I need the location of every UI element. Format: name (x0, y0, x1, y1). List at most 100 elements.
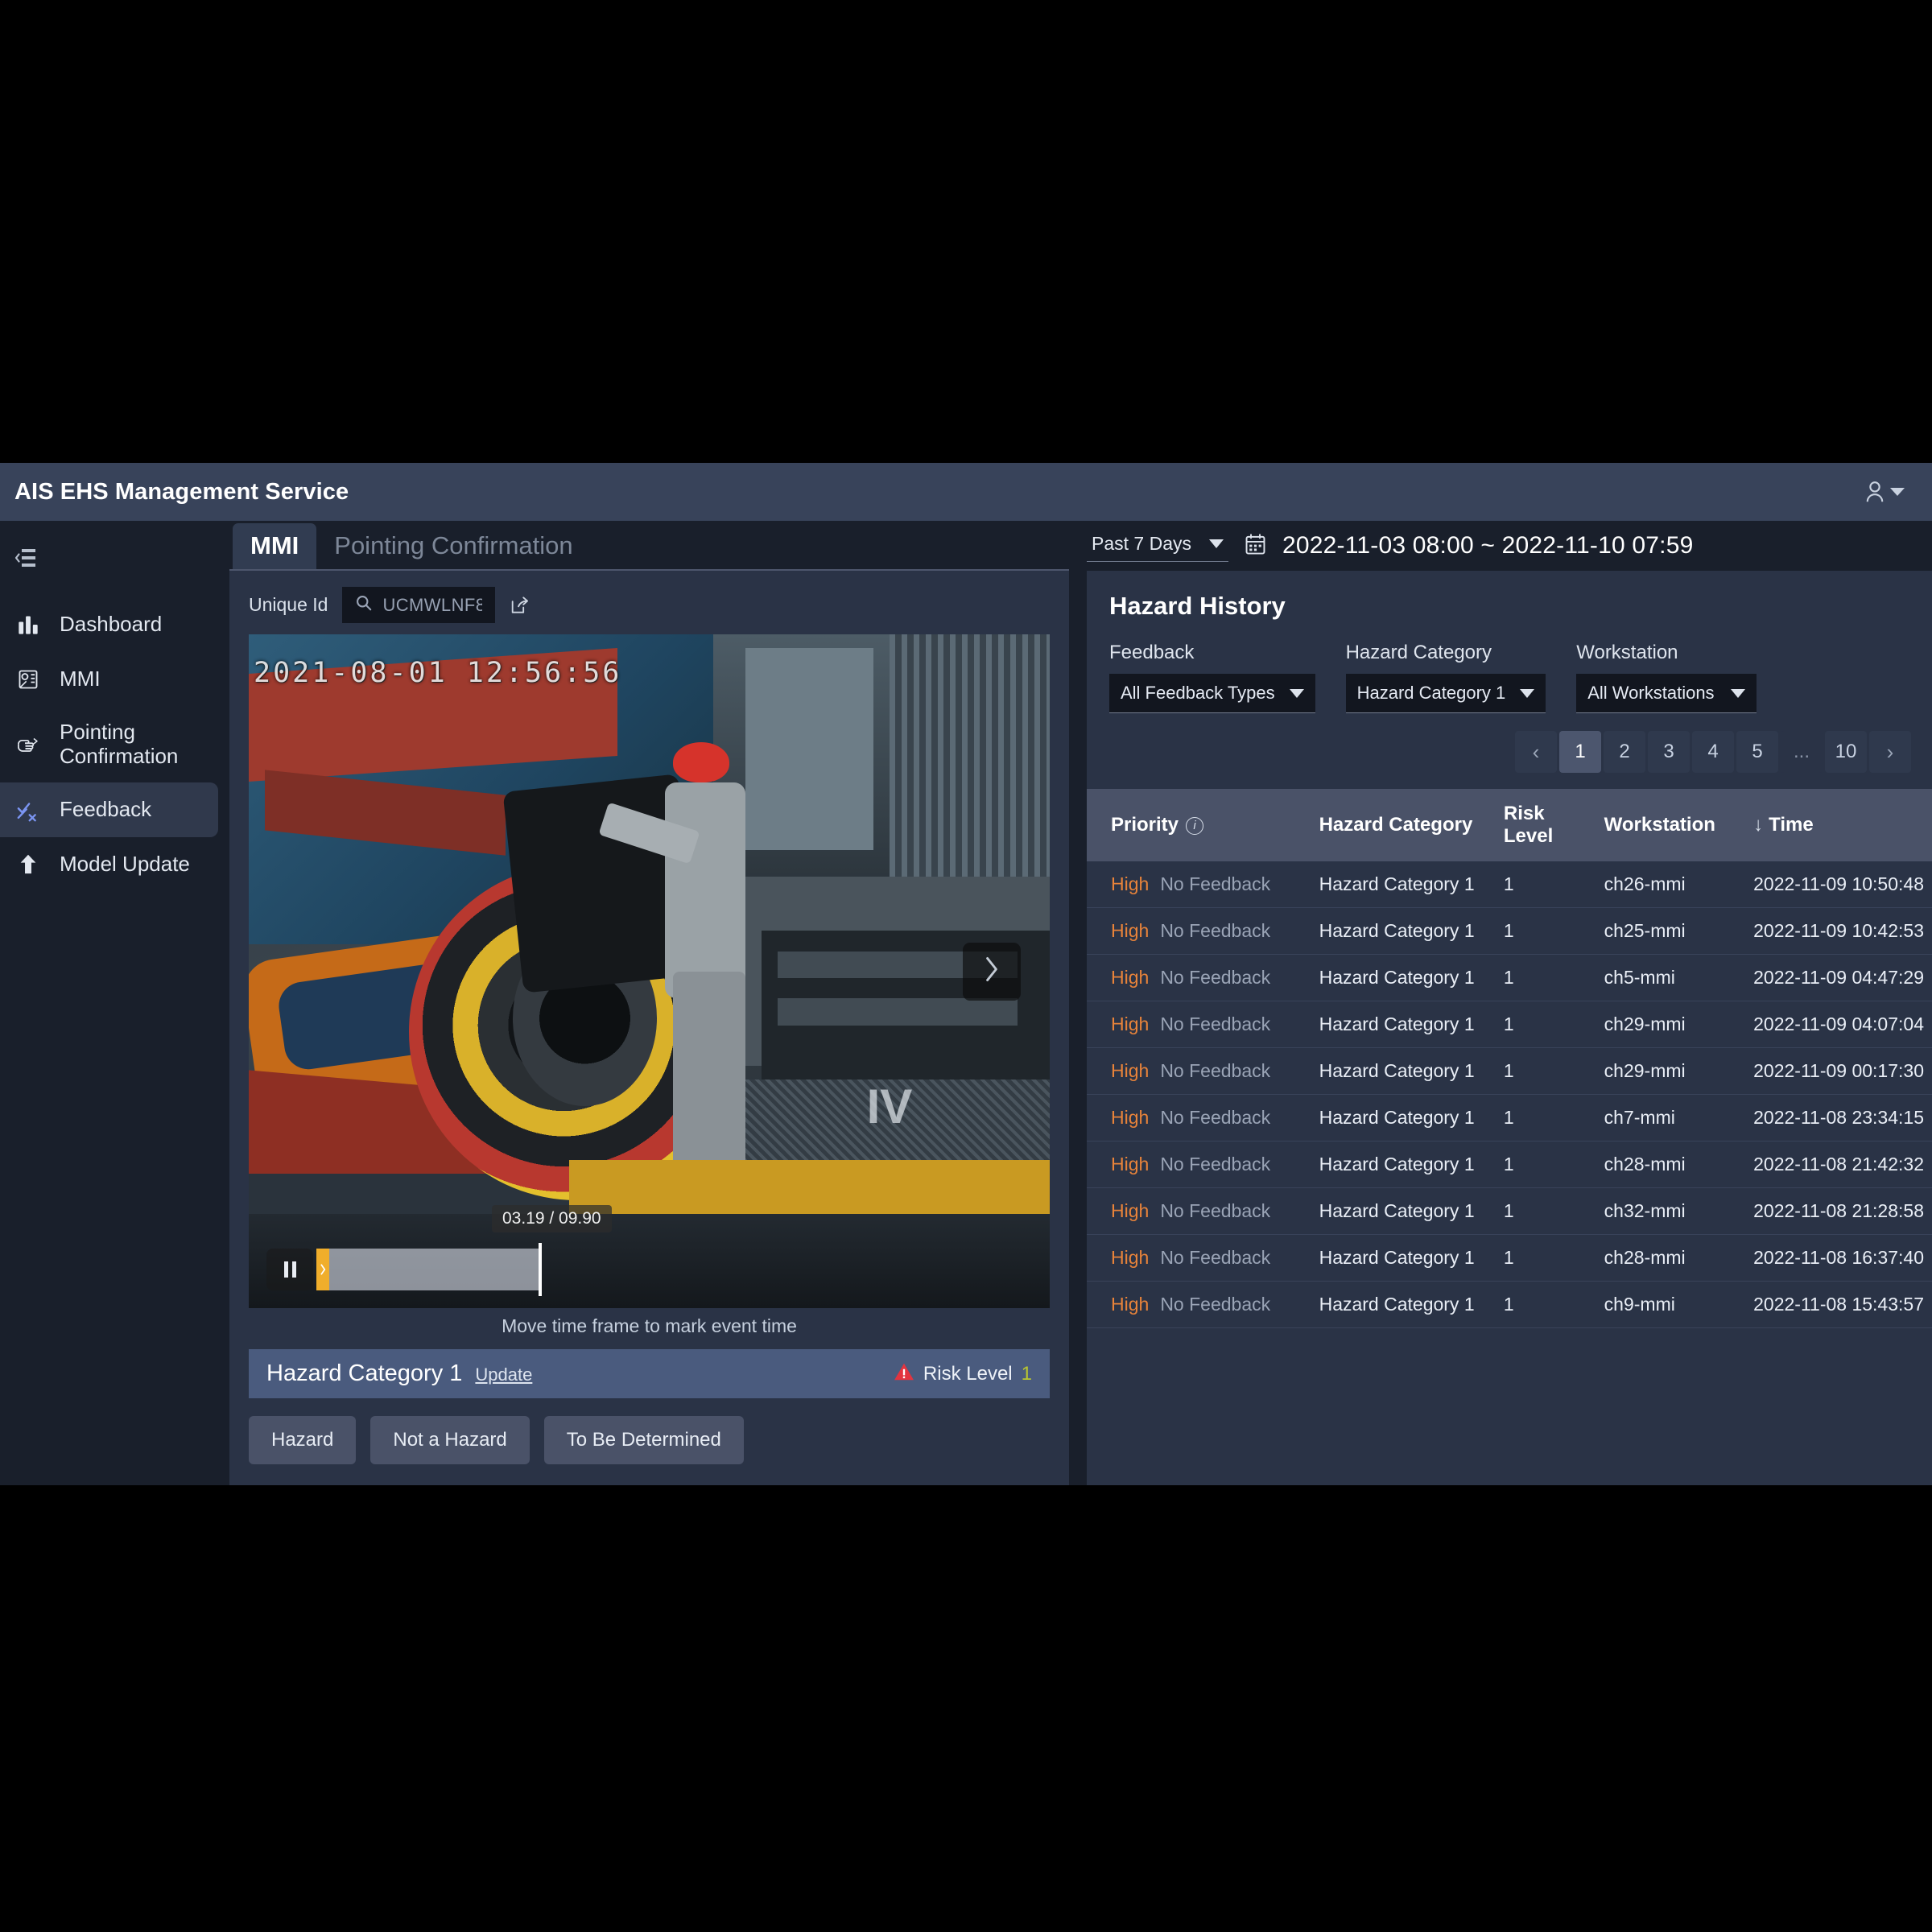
table-row[interactable]: High No Feedback Hazard Category 1 1 ch25-mm… (1087, 907, 1932, 955)
sidebar-item-model-update[interactable]: Model Update (0, 837, 218, 892)
cell-time: 2022-11-08 16:37:40 (1745, 1234, 1932, 1282)
sidebar-item-feedback[interactable]: Feedback (0, 782, 218, 837)
check-cross-icon (14, 796, 42, 824)
sidebar-item-mmi[interactable]: MMI (0, 652, 218, 707)
date-range-value[interactable]: 2022-11-03 08:00 ~ 2022-11-10 07:59 (1282, 532, 1693, 559)
unique-id-search-box[interactable] (342, 587, 496, 623)
table-row[interactable]: High No Feedback Hazard Category 1 1 ch28-mm… (1087, 1141, 1932, 1188)
table-row[interactable]: High No Feedback Hazard Category 1 1 ch7-mmi… (1087, 1094, 1932, 1141)
video-timestamp-overlay: 2021-08-01 12:56:56 (254, 657, 622, 689)
table-row[interactable]: High No Feedback Hazard Category 1 1 ch28-mm… (1087, 1234, 1932, 1282)
date-preset-select[interactable]: Past 7 Days (1087, 530, 1228, 562)
feedback-status: No Feedback (1160, 1154, 1271, 1174)
feedback-status: No Feedback (1160, 1013, 1271, 1034)
sidebar-collapse-button[interactable] (0, 532, 229, 588)
cell-workstation: ch25-mmi (1596, 907, 1746, 955)
table-row[interactable]: High No Feedback Hazard Category 1 1 ch26-mm… (1087, 861, 1932, 908)
sidebar-item-pointing-confirmation[interactable]: Pointing Confirmation (0, 707, 218, 782)
filter-value: All Workstations (1587, 683, 1715, 703)
cell-time: 2022-11-09 04:07:04 (1745, 1001, 1932, 1048)
feedback-status: No Feedback (1160, 1294, 1271, 1315)
pause-button[interactable] (266, 1249, 313, 1291)
table-row[interactable]: High No Feedback Hazard Category 1 1 ch9-mmi… (1087, 1281, 1932, 1328)
sort-desc-icon: ↓ (1753, 814, 1764, 836)
calendar-icon[interactable] (1245, 533, 1266, 559)
cell-category: Hazard Category 1 (1311, 954, 1496, 1001)
sidebar-item-label: Pointing Confirmation (60, 720, 179, 768)
priority-badge: High (1111, 1107, 1150, 1128)
column-header-hazard-category[interactable]: Hazard Category (1311, 789, 1496, 861)
video-player[interactable]: IV 2021-08-01 12:56:56 03.19 / 09.90 (249, 634, 1050, 1309)
pagination-page-3[interactable]: 3 (1648, 731, 1690, 773)
column-header-workstation[interactable]: Workstation (1596, 789, 1746, 861)
video-controls (249, 1243, 1050, 1297)
column-header-priority[interactable]: Priority i (1087, 789, 1311, 861)
top-bar: AIS EHS Management Service (0, 463, 1932, 521)
pagination-page-5[interactable]: 5 (1736, 731, 1778, 773)
search-input[interactable] (382, 594, 483, 616)
feedback-type-select[interactable]: All Feedback Types (1109, 674, 1315, 713)
workstation-select[interactable]: All Workstations (1576, 674, 1757, 713)
filter-value: All Feedback Types (1121, 683, 1275, 703)
cell-category: Hazard Category 1 (1311, 1001, 1496, 1048)
cell-risk: 1 (1495, 1094, 1596, 1141)
filter-value: Hazard Category 1 (1356, 683, 1506, 703)
cell-category: Hazard Category 1 (1311, 907, 1496, 955)
chevron-down-icon (1289, 688, 1304, 698)
next-clip-button[interactable] (963, 942, 1021, 1001)
sidebar-nav: Dashboard MMI Pointing Confirmation Feed… (0, 597, 229, 892)
column-header-risk-level[interactable]: Risk Level (1495, 789, 1596, 861)
tab-mmi[interactable]: MMI (233, 523, 317, 569)
sidebar-item-label: Model Update (60, 851, 190, 876)
update-link[interactable]: Update (475, 1364, 532, 1385)
not-a-hazard-button[interactable]: Not a Hazard (370, 1416, 530, 1464)
chevron-down-icon (1890, 488, 1905, 496)
info-icon[interactable]: i (1186, 816, 1204, 835)
hazard-button[interactable]: Hazard (249, 1416, 357, 1464)
cell-workstation: ch28-mmi (1596, 1234, 1746, 1282)
sidebar-item-dashboard[interactable]: Dashboard (0, 597, 218, 652)
user-menu[interactable] (1863, 479, 1905, 505)
pagination-page-10[interactable]: 10 (1825, 731, 1867, 773)
warning-triangle-icon (894, 1362, 914, 1385)
table-row[interactable]: High No Feedback Hazard Category 1 1 ch29-mm… (1087, 1001, 1932, 1048)
column-label: Priority (1111, 814, 1179, 836)
filter-workstation: Workstation All Workstations (1576, 642, 1757, 713)
sidebar-item-label: Dashboard (60, 612, 163, 637)
pagination-ellipsis: ... (1781, 731, 1823, 773)
risk-level-label: Risk Level (923, 1362, 1013, 1385)
video-time-badge: 03.19 / 09.90 (492, 1205, 612, 1233)
cell-category: Hazard Category 1 (1311, 1281, 1496, 1328)
timeline-playhead[interactable] (539, 1243, 542, 1297)
pagination-page-4[interactable]: 4 (1692, 731, 1734, 773)
feedback-button-group: Hazard Not a Hazard To Be Determined (229, 1398, 1069, 1485)
cell-time: 2022-11-08 23:34:15 (1745, 1094, 1932, 1141)
pagination-page-2[interactable]: 2 (1604, 731, 1645, 773)
tab-pointing-confirmation[interactable]: Pointing Confirmation (316, 523, 590, 569)
filter-hazard-category: Hazard Category Hazard Category 1 (1345, 642, 1546, 713)
cell-time: 2022-11-08 21:28:58 (1745, 1187, 1932, 1235)
pagination-prev[interactable]: ‹ (1515, 731, 1557, 773)
column-header-time[interactable]: ↓ Time (1745, 789, 1932, 861)
table-row[interactable]: High No Feedback Hazard Category 1 1 ch29-mm… (1087, 1047, 1932, 1095)
table-row[interactable]: High No Feedback Hazard Category 1 1 ch32-mm… (1087, 1187, 1932, 1235)
video-timeline-track[interactable] (316, 1243, 542, 1297)
cell-risk: 1 (1495, 1234, 1596, 1282)
share-external-icon[interactable] (510, 594, 531, 616)
cell-category: Hazard Category 1 (1311, 1047, 1496, 1095)
upload-arrow-icon (14, 851, 42, 878)
left-panel: MMI Pointing Confirmation Unique Id UCMW… (229, 521, 1087, 1485)
to-be-determined-button[interactable]: To Be Determined (543, 1416, 744, 1464)
hazard-category-select[interactable]: Hazard Category 1 (1345, 674, 1546, 713)
cell-category: Hazard Category 1 (1311, 1187, 1496, 1235)
cell-risk: 1 (1495, 1281, 1596, 1328)
table-row[interactable]: High No Feedback Hazard Category 1 1 ch5-mmi… (1087, 954, 1932, 1001)
pagination-next[interactable]: › (1869, 731, 1911, 773)
table-header-row: Priority i Hazard Category Risk Level Wor… (1087, 789, 1932, 861)
panel-tabs: MMI Pointing Confirmation (229, 521, 1069, 571)
timeline-range-handle[interactable] (316, 1249, 329, 1291)
cell-risk: 1 (1495, 954, 1596, 1001)
pagination-page-1[interactable]: 1 (1559, 731, 1601, 773)
hazard-history-table: Priority i Hazard Category Risk Level Wor… (1087, 789, 1932, 1328)
chevron-down-icon (1209, 539, 1224, 548)
